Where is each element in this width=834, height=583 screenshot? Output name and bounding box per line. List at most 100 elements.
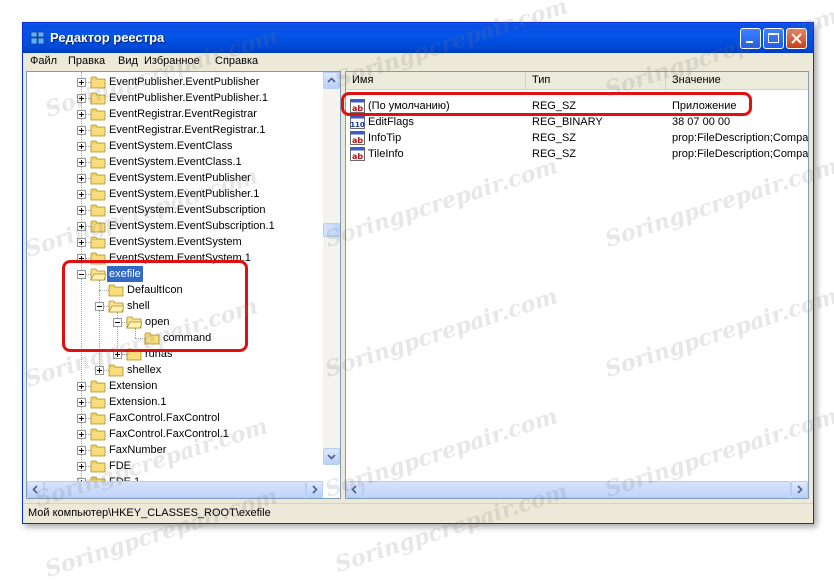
chevron-left-icon [32, 485, 38, 494]
value-type: REG_BINARY [532, 116, 603, 128]
values-pane[interactable]: Имя Тип Значение ab (По умолчанию) REG_SZ П… [345, 71, 809, 499]
values-scroll-left-button[interactable] [346, 481, 363, 498]
value-name: InfoTip [368, 132, 402, 144]
tree-node-label: FaxControl.FaxControl [109, 412, 220, 424]
tree-node-label: FaxControl.FaxControl.1 [109, 428, 229, 440]
exefile-highlight-box [62, 260, 248, 352]
tree-node-label: EventSystem.EventSystem [109, 236, 242, 248]
menu-edit[interactable]: Правка [68, 55, 105, 67]
value-type: REG_SZ [532, 148, 577, 160]
tree-hscroll-thumb[interactable] [44, 481, 306, 498]
minimize-icon [746, 41, 753, 43]
expand-plus-icon[interactable] [77, 462, 86, 471]
tree-node-label: EventRegistrar.EventRegistrar.1 [109, 124, 266, 136]
chevron-right-icon [312, 485, 318, 494]
tree-node-label: FDE [109, 460, 131, 472]
expand-plus-icon[interactable] [77, 382, 86, 391]
tree-node-label: EventSystem.EventSubscription [109, 204, 266, 216]
menu-favorites[interactable]: Избранное [144, 55, 200, 67]
values-horizontal-scrollbar[interactable] [346, 481, 808, 498]
tree-scroll-up-button[interactable] [323, 72, 340, 89]
tree-node-label: EventPublisher.EventPublisher.1 [109, 92, 268, 104]
minimize-button[interactable] [740, 28, 761, 49]
value-row[interactable]: ab InfoTip REG_SZ prop:FileDescription;Comp… [346, 130, 808, 146]
tree-node-label: EventSystem.EventSubscription.1 [109, 220, 275, 232]
tree-node-label: EventSystem.EventClass [109, 140, 233, 152]
expand-plus-icon[interactable] [77, 206, 86, 215]
folder-icon [90, 92, 106, 105]
tree-node-label: Extension.1 [109, 396, 167, 408]
folder-icon [90, 140, 106, 153]
tree-scroll-down-button[interactable] [323, 448, 340, 465]
menu-bar: Файл Правка Вид Избранное Справка [23, 53, 813, 71]
folder-icon [90, 172, 106, 185]
expand-plus-icon[interactable] [77, 142, 86, 151]
expand-plus-icon[interactable] [77, 238, 86, 247]
values-scroll-right-button[interactable] [791, 481, 808, 498]
svg-text:ab: ab [352, 136, 363, 145]
tree-scroll-right-button[interactable] [306, 481, 323, 498]
expand-plus-icon[interactable] [77, 78, 86, 87]
tree-node-label: FaxNumber [109, 444, 167, 456]
expand-plus-icon[interactable] [77, 222, 86, 231]
folder-icon [90, 124, 106, 137]
title-bar[interactable]: Редактор реестра [23, 23, 813, 53]
folder-icon [90, 428, 106, 441]
expand-plus-icon[interactable] [77, 398, 86, 407]
menu-help[interactable]: Справка [215, 55, 258, 67]
svg-text:ab: ab [352, 152, 363, 161]
expand-plus-icon[interactable] [77, 190, 86, 199]
tree-vertical-scrollbar[interactable] [323, 72, 340, 465]
tree-node-label: EventRegistrar.EventRegistrar [109, 108, 257, 120]
expand-plus-icon[interactable] [77, 446, 86, 455]
folder-icon [90, 460, 106, 473]
chevron-up-icon [327, 77, 336, 83]
expand-plus-icon[interactable] [77, 158, 86, 167]
close-button[interactable] [786, 28, 807, 49]
status-path: Мой компьютер\HKEY_CLASSES_ROOT\exefile [28, 507, 271, 519]
tree-node-label: Extension [109, 380, 158, 392]
folder-icon [90, 220, 106, 233]
chevron-right-icon [797, 485, 803, 494]
string-value-icon: ab [350, 147, 365, 161]
value-row[interactable]: 110 EditFlags REG_BINARY 38 07 00 00 [346, 114, 808, 130]
folder-icon [90, 108, 106, 121]
value-type: REG_SZ [532, 132, 577, 144]
tree-scroll-thumb[interactable] [323, 223, 340, 237]
status-bar: Мой компьютер\HKEY_CLASSES_ROOT\exefile [23, 503, 813, 523]
folder-icon [90, 444, 106, 457]
expand-plus-icon[interactable] [77, 94, 86, 103]
expand-plus-icon[interactable] [77, 430, 86, 439]
tree-scroll-left-button[interactable] [27, 481, 44, 498]
string-value-icon: ab [350, 131, 365, 145]
folder-icon [90, 204, 106, 217]
value-row[interactable]: ab TileInfo REG_SZ prop:FileDescription;Com… [346, 146, 808, 162]
folder-icon [90, 76, 106, 89]
column-value-header[interactable]: Значение [666, 72, 808, 89]
expand-plus-icon[interactable] [77, 414, 86, 423]
value-data: 38 07 00 00 [672, 116, 731, 128]
expand-plus-icon[interactable] [77, 174, 86, 183]
tree-node-label: EventPublisher.EventPublisher [109, 76, 260, 88]
values-hscroll-thumb[interactable] [363, 481, 791, 498]
value-name: TileInfo [368, 148, 404, 160]
expand-plus-icon[interactable] [95, 366, 104, 375]
binary-value-icon: 110 [350, 115, 365, 129]
svg-text:110: 110 [350, 121, 365, 129]
expand-plus-icon[interactable] [77, 126, 86, 135]
folder-icon [90, 412, 106, 425]
folder-icon [90, 380, 106, 393]
maximize-icon [768, 33, 779, 43]
folder-icon [90, 188, 106, 201]
maximize-button[interactable] [763, 28, 784, 49]
expand-plus-icon[interactable] [77, 110, 86, 119]
menu-file[interactable]: Файл [30, 55, 57, 67]
value-name: EditFlags [368, 116, 414, 128]
tree-node-label: EventSystem.EventPublisher.1 [109, 188, 260, 200]
menu-view[interactable]: Вид [118, 55, 138, 67]
chevron-down-icon [327, 454, 336, 460]
tree-horizontal-scrollbar[interactable] [27, 481, 323, 498]
column-name-header[interactable]: Имя [346, 72, 526, 89]
column-type-header[interactable]: Тип [526, 72, 666, 89]
regedit-icon [30, 31, 45, 45]
